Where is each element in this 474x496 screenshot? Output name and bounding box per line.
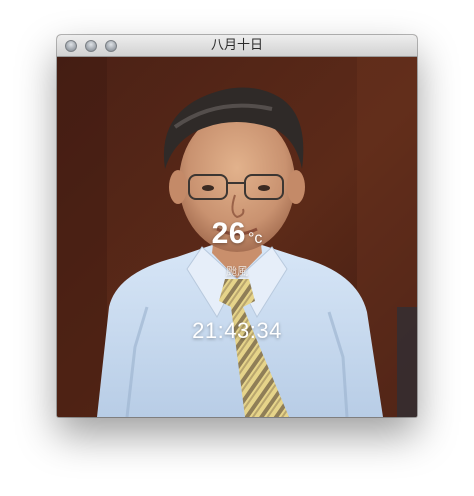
- temperature-display: 26 °c: [57, 217, 417, 251]
- temperature-value: 26: [211, 217, 246, 250]
- content-area: 26 °c 颱風 21:43:34: [57, 57, 417, 417]
- temperature-unit: °c: [247, 230, 263, 247]
- app-window: 八月十日 26 °c 颱風 21:43:34: [57, 35, 417, 417]
- clock-time: 21:43:34: [192, 318, 282, 343]
- window-title: 八月十日: [210, 38, 263, 53]
- weather-condition: 颱風: [226, 265, 248, 278]
- title-bar[interactable]: 八月十日: [57, 35, 417, 57]
